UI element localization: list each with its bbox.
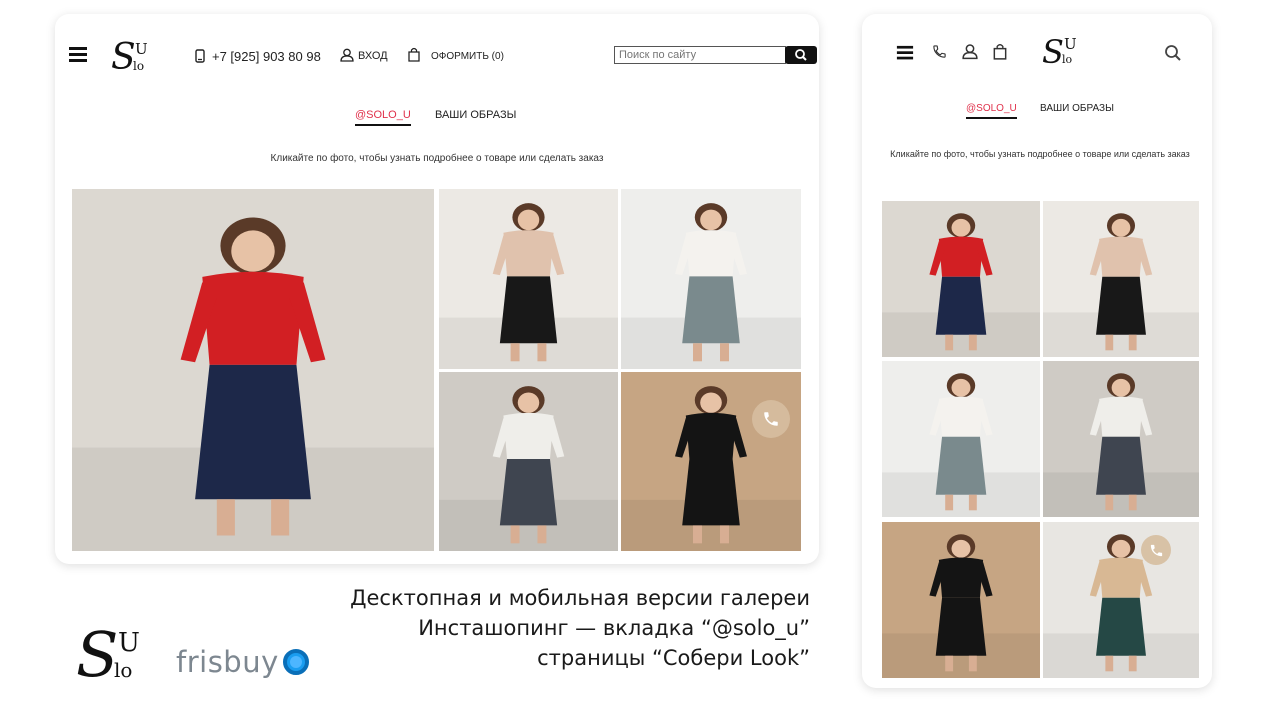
search-icon[interactable] [1164,44,1182,67]
phone-handset-icon [1150,544,1162,556]
photo-tile-black-dress[interactable] [882,522,1040,678]
menu-icon[interactable] [69,47,87,65]
photo-tile-white-top-grey-skirt[interactable] [882,361,1040,517]
gallery-hint: Кликайте по фото, чтобы узнать подробнее… [270,153,604,164]
logo-main-letter: S [111,37,136,78]
checkout-link[interactable]: ОФОРМИТЬ (0) [431,51,504,62]
frisbuy-logo-icon [283,649,309,675]
user-icon[interactable] [340,48,354,67]
call-button[interactable] [752,400,790,438]
photo-tile-beige-top-quilted-skirt[interactable] [439,189,618,369]
search-input[interactable] [614,46,786,64]
caption-line-1: Десктопная и мобильная версии галереи [350,586,810,610]
logo-main-letter: S [1042,33,1064,71]
menu-icon[interactable] [896,45,914,62]
slide-caption: Десктопная и мобильная версии галереи Ин… [350,583,810,673]
logo-letter: U [1064,35,1077,53]
logo-letter: U [135,40,148,58]
phone-icon [195,49,205,68]
photo-tile-black-dress[interactable] [621,372,801,551]
bag-icon[interactable] [407,47,421,67]
call-button[interactable] [1141,535,1171,565]
photo-tile-beige-sweater-green-skirt[interactable] [1043,522,1199,678]
photo-tile-red-sweater-navy-skirt[interactable] [72,189,434,551]
desktop-preview: S U lo +7 [925] 903 80 98 ВХОД ОФОРМИТЬ … [55,14,819,564]
tab-solo-u[interactable]: @SOLO_U [355,109,411,126]
caption-line-3: страницы “Собери Look” [537,646,810,670]
logo-sub: lo [1062,53,1073,66]
gallery-hint: Кликайте по фото, чтобы узнать подробнее… [890,149,1190,159]
solo-u-brand-logo: S U lo [76,618,140,691]
search-icon [795,49,807,61]
logo-sub: lo [133,59,145,73]
photo-tile-white-top-tweed-skirt[interactable] [439,372,618,551]
frisbuy-logo-text: frisbuy [176,645,279,679]
site-logo[interactable]: S U lo [1040,32,1086,72]
photo-tile-beige-top-quilted-skirt[interactable] [1043,201,1199,357]
bag-icon[interactable] [992,43,1008,65]
photo-tile-white-top-grey-skirt[interactable] [621,189,801,369]
phone-number[interactable]: +7 [925] 903 80 98 [212,49,321,64]
tab-your-looks[interactable]: ВАШИ ОБРАЗЫ [435,109,516,121]
search-button[interactable] [785,46,817,64]
tab-solo-u[interactable]: @SOLO_U [966,103,1017,119]
phone-handset-icon [764,412,778,426]
login-link[interactable]: ВХОД [358,50,388,62]
photo-tile-red-sweater-navy-skirt[interactable] [882,201,1040,357]
phone-icon[interactable] [932,44,947,64]
tab-your-looks[interactable]: ВАШИ ОБРАЗЫ [1040,103,1114,114]
user-icon[interactable] [962,43,978,65]
caption-line-2: Инсташопинг — вкладка “@solo_u” [418,616,810,640]
mobile-preview: S U lo @SOLO_U ВАШИ ОБРАЗЫ Кликайте по ф… [862,14,1212,688]
site-logo[interactable]: S U lo [109,36,159,78]
photo-tile-white-top-tweed-skirt[interactable] [1043,361,1199,517]
